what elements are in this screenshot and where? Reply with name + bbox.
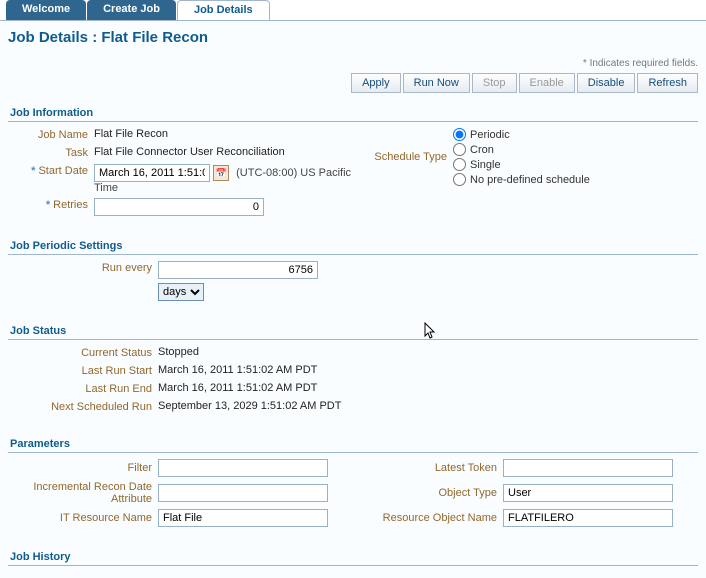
- calendar-icon[interactable]: 📅: [213, 165, 229, 181]
- section-job-status: Job Status: [8, 321, 698, 340]
- tab-bar: Welcome Create Job Job Details: [0, 0, 706, 20]
- label-filter: Filter: [8, 462, 158, 474]
- label-task: Task: [8, 146, 94, 160]
- stop-button: Stop: [472, 73, 517, 93]
- object-type-input[interactable]: [503, 484, 673, 502]
- page-title: Job Details : Flat File Recon: [8, 29, 698, 46]
- incremental-recon-input[interactable]: [158, 484, 328, 502]
- label-next-scheduled-run: Next Scheduled Run: [8, 400, 158, 414]
- schedule-type-group: Periodic Cron Single No pre-defined sche…: [453, 128, 590, 186]
- tab-create-job[interactable]: Create Job: [87, 0, 176, 20]
- action-bar: Apply Run Now Stop Enable Disable Refres…: [8, 73, 698, 93]
- label-last-run-start: Last Run Start: [8, 364, 158, 378]
- latest-token-input[interactable]: [503, 459, 673, 477]
- radio-periodic[interactable]: Periodic: [453, 128, 590, 141]
- radio-no-schedule[interactable]: No pre-defined schedule: [453, 173, 590, 186]
- run-now-button[interactable]: Run Now: [403, 73, 470, 93]
- label-incremental-recon: Incremental Recon Date Attribute: [8, 481, 158, 505]
- value-next-scheduled-run: September 13, 2029 1:51:02 AM PDT: [158, 400, 341, 412]
- label-latest-token: Latest Token: [353, 462, 503, 474]
- run-every-input[interactable]: [158, 261, 318, 279]
- filter-input[interactable]: [158, 459, 328, 477]
- label-retries: * Retries: [8, 198, 94, 212]
- run-every-unit-select[interactable]: days: [158, 283, 204, 301]
- label-current-status: Current Status: [8, 346, 158, 360]
- value-last-run-end: March 16, 2011 1:51:02 AM PDT: [158, 382, 317, 394]
- section-job-information: Job Information: [8, 103, 698, 122]
- disable-button[interactable]: Disable: [577, 73, 636, 93]
- refresh-button[interactable]: Refresh: [637, 73, 698, 93]
- tab-welcome[interactable]: Welcome: [6, 0, 86, 20]
- value-task: Flat File Connector User Reconciliation: [94, 146, 285, 158]
- radio-single[interactable]: Single: [453, 158, 590, 171]
- section-parameters: Parameters: [8, 434, 698, 453]
- start-date-input[interactable]: [94, 164, 210, 182]
- value-current-status: Stopped: [158, 346, 199, 358]
- label-job-name: Job Name: [8, 128, 94, 142]
- label-last-run-end: Last Run End: [8, 382, 158, 396]
- label-it-resource-name: IT Resource Name: [8, 512, 158, 524]
- value-last-run-start: March 16, 2011 1:51:02 AM PDT: [158, 364, 317, 376]
- section-job-history: Job History: [8, 547, 698, 566]
- enable-button: Enable: [519, 73, 575, 93]
- radio-cron[interactable]: Cron: [453, 143, 590, 156]
- tab-job-details[interactable]: Job Details: [177, 0, 270, 20]
- value-job-name: Flat File Recon: [94, 128, 168, 140]
- label-run-every: Run every: [8, 261, 158, 275]
- apply-button[interactable]: Apply: [351, 73, 401, 93]
- label-schedule-type: Schedule Type: [353, 150, 453, 164]
- label-object-type: Object Type: [353, 487, 503, 499]
- section-periodic-settings: Job Periodic Settings: [8, 236, 698, 255]
- required-fields-note: * Indicates required fields.: [8, 58, 698, 69]
- label-resource-object-name: Resource Object Name: [353, 512, 503, 524]
- retries-input[interactable]: [94, 198, 264, 216]
- label-start-date: * Start Date: [8, 164, 94, 178]
